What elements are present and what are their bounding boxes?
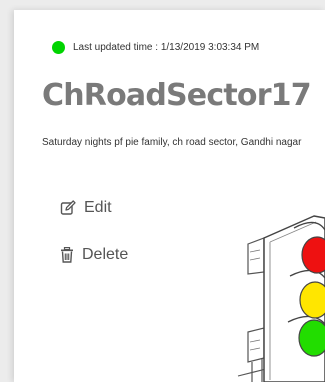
delete-button[interactable]: Delete: [60, 246, 128, 264]
edit-button[interactable]: Edit: [60, 199, 112, 217]
yellow-light: [299, 281, 325, 319]
trash-icon: [60, 247, 74, 263]
sector-address: Saturday nights pf pie family, ch road s…: [42, 137, 302, 148]
green-light: [298, 319, 325, 357]
delete-label: Delete: [82, 246, 129, 263]
traffic-light-icon: [230, 208, 325, 382]
edit-icon: [60, 200, 76, 216]
status-indicator-icon: [52, 41, 65, 54]
edit-label: Edit: [84, 199, 112, 216]
sector-title: ChRoadSector17: [42, 78, 312, 113]
sector-card: Last updated time : 1/13/2019 3:03:34 PM…: [14, 10, 325, 382]
last-updated-text: Last updated time : 1/13/2019 3:03:34 PM: [73, 42, 260, 53]
last-updated-row: Last updated time : 1/13/2019 3:03:34 PM: [52, 41, 259, 54]
